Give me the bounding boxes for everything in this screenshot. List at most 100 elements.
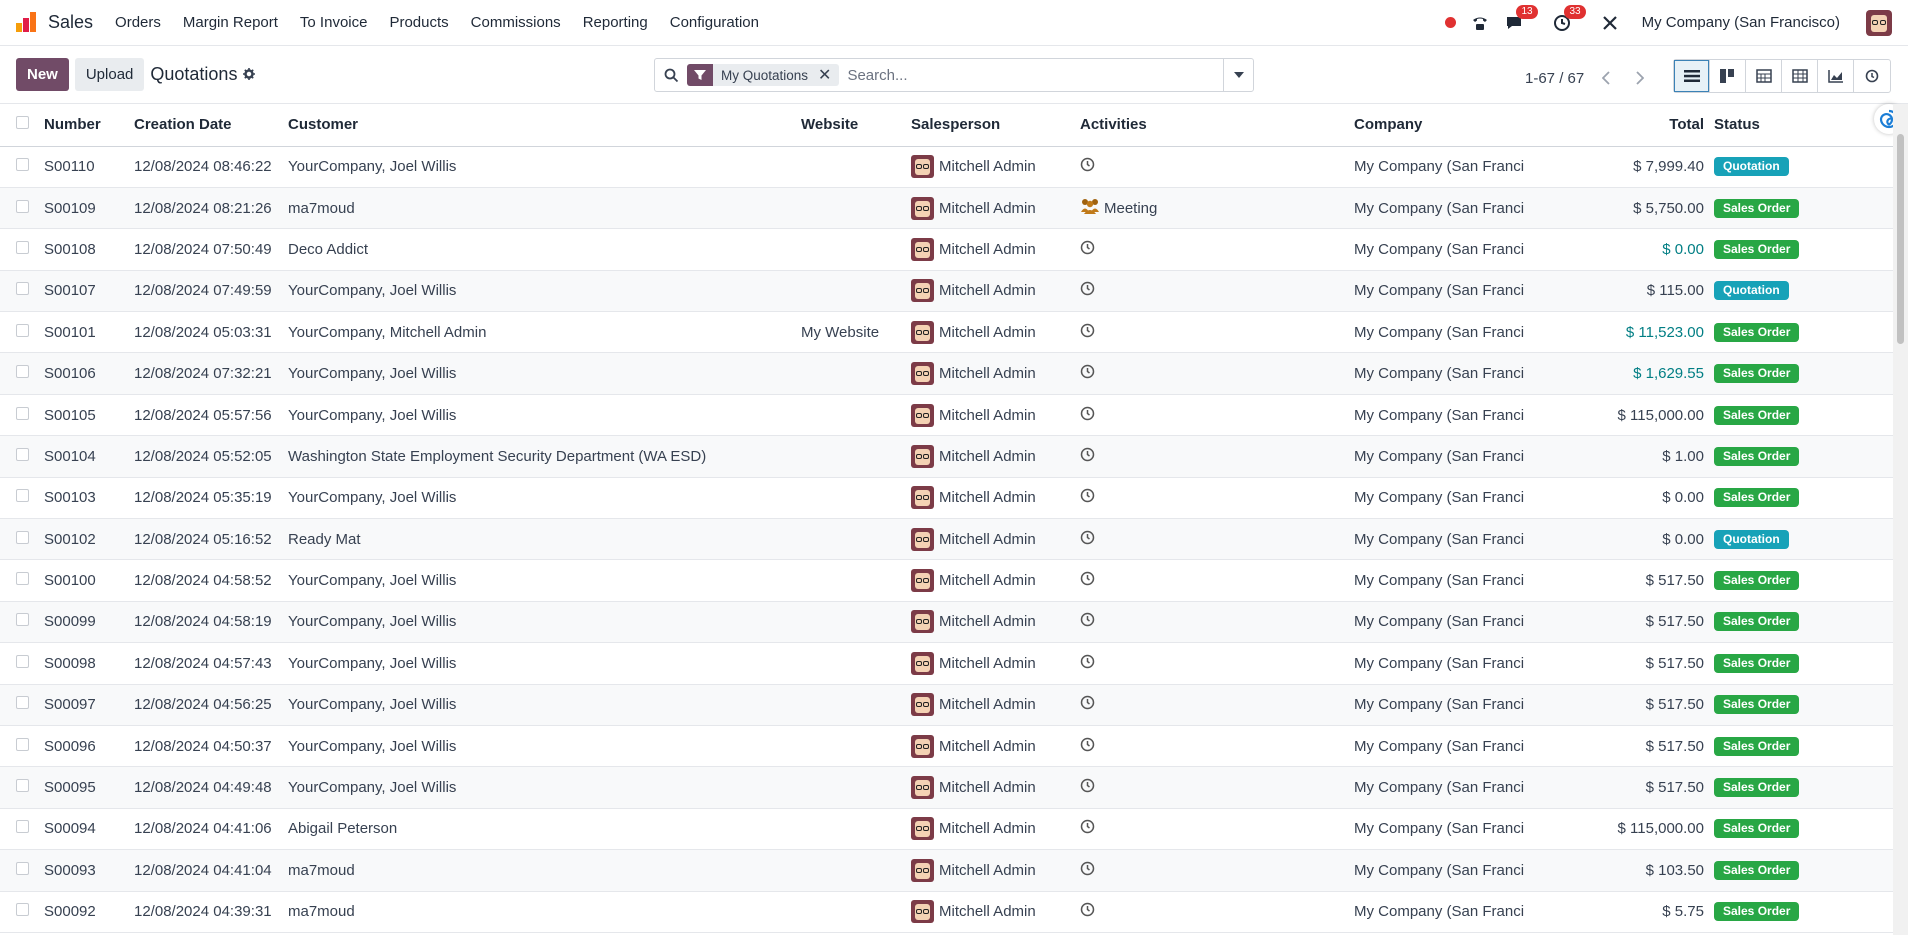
- salesperson-avatar[interactable]: [911, 817, 934, 841]
- row-checkbox[interactable]: [16, 240, 29, 254]
- activity-clock-icon[interactable]: [1080, 157, 1095, 172]
- company-switcher[interactable]: My Company (San Francisco): [1642, 14, 1840, 31]
- salesperson-avatar[interactable]: [911, 610, 934, 634]
- table-row[interactable]: S00102 12/08/2024 05:16:52 Ready Mat Mitche…: [0, 518, 1893, 561]
- activity-clock-icon[interactable]: [1080, 406, 1095, 421]
- header-salesperson[interactable]: Salesperson: [911, 104, 1080, 147]
- calendar-view-icon[interactable]: [1746, 60, 1782, 92]
- select-all-checkbox[interactable]: [16, 116, 29, 130]
- messages-icon[interactable]: 13: [1504, 4, 1538, 33]
- activity-clock-icon[interactable]: [1080, 571, 1095, 586]
- sales-app-logo-icon[interactable]: [16, 11, 38, 34]
- activity-clock-icon[interactable]: [1080, 281, 1095, 296]
- row-checkbox[interactable]: [16, 199, 29, 213]
- phone-icon[interactable]: [1470, 13, 1490, 33]
- table-row[interactable]: S00101 12/08/2024 05:03:31 YourCompany, Mi…: [0, 311, 1893, 354]
- activities-clock-icon[interactable]: 33: [1552, 4, 1586, 33]
- list-scrollbar[interactable]: [1893, 104, 1908, 935]
- menu-reporting[interactable]: Reporting: [583, 14, 648, 31]
- row-checkbox[interactable]: [16, 861, 29, 875]
- row-checkbox[interactable]: [16, 406, 29, 420]
- new-button[interactable]: New: [16, 58, 69, 91]
- salesperson-avatar[interactable]: [911, 776, 934, 800]
- table-row[interactable]: S00107 12/08/2024 07:49:59 YourCompany, Jo…: [0, 270, 1893, 313]
- upload-button[interactable]: Upload: [74, 58, 145, 91]
- activity-view-icon[interactable]: [1854, 60, 1890, 92]
- activity-clock-icon[interactable]: [1080, 364, 1095, 379]
- row-checkbox[interactable]: [16, 572, 29, 586]
- row-checkbox[interactable]: [16, 613, 29, 627]
- salesperson-avatar[interactable]: [911, 155, 934, 179]
- salesperson-avatar[interactable]: [911, 734, 934, 758]
- menu-configuration[interactable]: Configuration: [670, 14, 759, 31]
- search-icon[interactable]: [655, 59, 687, 91]
- table-row[interactable]: S00098 12/08/2024 04:57:43 YourCompany, Jo…: [0, 642, 1893, 685]
- table-row[interactable]: S00095 12/08/2024 04:49:48 YourCompany, Jo…: [0, 766, 1893, 809]
- activity-clock-icon[interactable]: [1080, 861, 1095, 876]
- table-row[interactable]: S00092 12/08/2024 04:39:31 ma7moud Mitchell…: [0, 891, 1893, 933]
- table-row[interactable]: S00108 12/08/2024 07:50:49 Deco Addict Mitc…: [0, 228, 1893, 271]
- activity-clock-icon[interactable]: [1080, 612, 1095, 627]
- recording-indicator-icon[interactable]: [1444, 17, 1456, 28]
- activity-clock-icon[interactable]: [1080, 737, 1095, 752]
- header-website[interactable]: Website: [801, 104, 911, 147]
- salesperson-avatar[interactable]: [911, 320, 934, 344]
- salesperson-avatar[interactable]: [911, 237, 934, 261]
- header-customer[interactable]: Customer: [288, 104, 801, 147]
- table-row[interactable]: S00094 12/08/2024 04:41:06 Abigail Peterso…: [0, 808, 1893, 851]
- table-row[interactable]: S00096 12/08/2024 04:50:37 YourCompany, Jo…: [0, 725, 1893, 768]
- activity-clock-icon[interactable]: [1080, 695, 1095, 710]
- activity-clock-icon[interactable]: [1080, 488, 1095, 503]
- activity-clock-icon[interactable]: [1080, 819, 1095, 834]
- next-page-icon[interactable]: [1628, 66, 1652, 90]
- user-avatar[interactable]: [1866, 9, 1892, 36]
- table-row[interactable]: S00104 12/08/2024 05:52:05 Washington Stat…: [0, 435, 1893, 478]
- row-checkbox[interactable]: [16, 489, 29, 503]
- app-name[interactable]: Sales: [48, 12, 93, 33]
- row-checkbox[interactable]: [16, 779, 29, 793]
- menu-commissions[interactable]: Commissions: [471, 14, 561, 31]
- salesperson-avatar[interactable]: [911, 900, 934, 924]
- salesperson-avatar[interactable]: [911, 569, 934, 593]
- search-input[interactable]: [843, 59, 1223, 91]
- activity-clock-icon[interactable]: [1080, 902, 1095, 917]
- search-options-toggle-icon[interactable]: [1223, 59, 1253, 91]
- table-row[interactable]: S00105 12/08/2024 05:57:56 YourCompany, Jo…: [0, 394, 1893, 437]
- menu-margin-report[interactable]: Margin Report: [183, 14, 278, 31]
- menu-orders[interactable]: Orders: [115, 14, 161, 31]
- salesperson-avatar[interactable]: [911, 279, 934, 303]
- activity-clock-icon[interactable]: [1080, 654, 1095, 669]
- activity-clock-icon[interactable]: [1080, 530, 1095, 545]
- row-checkbox[interactable]: [16, 447, 29, 461]
- row-checkbox[interactable]: [16, 903, 29, 917]
- salesperson-avatar[interactable]: [911, 651, 934, 675]
- list-view-icon[interactable]: [1674, 60, 1710, 92]
- row-checkbox[interactable]: [16, 820, 29, 834]
- salesperson-avatar[interactable]: [911, 858, 934, 882]
- table-row[interactable]: S00109 12/08/2024 08:21:26 ma7moud Mitchell…: [0, 187, 1893, 230]
- table-row[interactable]: S00106 12/08/2024 07:32:21 YourCompany, Jo…: [0, 352, 1893, 395]
- salesperson-avatar[interactable]: [911, 486, 934, 510]
- activity-clock-icon[interactable]: [1080, 323, 1095, 338]
- row-checkbox[interactable]: [16, 365, 29, 379]
- activity-meeting[interactable]: Meeting: [1080, 198, 1157, 218]
- salesperson-avatar[interactable]: [911, 403, 934, 427]
- graph-view-icon[interactable]: [1818, 60, 1854, 92]
- kanban-view-icon[interactable]: [1710, 60, 1746, 92]
- row-checkbox[interactable]: [16, 158, 29, 172]
- menu-products[interactable]: Products: [389, 14, 448, 31]
- pivot-view-icon[interactable]: [1782, 60, 1818, 92]
- menu-to-invoice[interactable]: To Invoice: [300, 14, 368, 31]
- pager-value[interactable]: 1-67 / 67: [1525, 70, 1584, 87]
- table-row[interactable]: S00099 12/08/2024 04:58:19 YourCompany, Jo…: [0, 601, 1893, 644]
- salesperson-avatar[interactable]: [911, 693, 934, 717]
- previous-page-icon[interactable]: [1594, 66, 1618, 90]
- header-number[interactable]: Number: [44, 104, 134, 147]
- salesperson-avatar[interactable]: [911, 362, 934, 386]
- remove-facet-icon[interactable]: ✕: [816, 65, 839, 85]
- header-status[interactable]: Status: [1714, 104, 1893, 147]
- row-checkbox[interactable]: [16, 737, 29, 751]
- table-row[interactable]: S00110 12/08/2024 08:46:22 YourCompany, Jo…: [0, 146, 1893, 188]
- gear-icon[interactable]: [243, 64, 256, 85]
- row-checkbox[interactable]: [16, 282, 29, 296]
